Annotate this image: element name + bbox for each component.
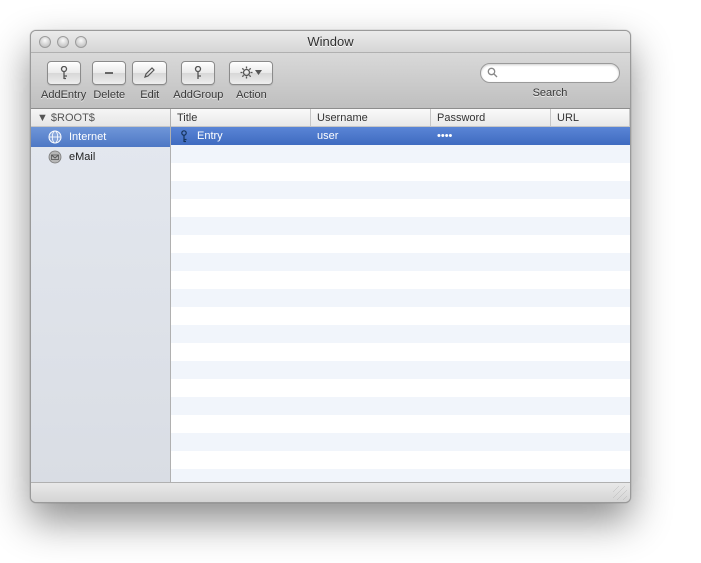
sidebar-root-header[interactable]: ▼ $ROOT$ [31, 109, 170, 127]
gear-icon [240, 66, 262, 79]
entry-title: Entry [197, 130, 223, 142]
table-body[interactable]: Entry user •••• [171, 127, 630, 482]
titlebar: Window [31, 31, 630, 53]
column-header-username[interactable]: Username [311, 109, 431, 126]
toolbar-action: Action [229, 61, 273, 101]
table-header: Title Username Password URL [171, 109, 630, 127]
toolbar-edit: Edit [132, 61, 167, 101]
toolbar-add-entry: AddEntry [41, 61, 86, 101]
table-row[interactable]: Entry user •••• [171, 127, 630, 145]
content-area: ▼ $ROOT$ Internet eMail Title Username [31, 109, 630, 482]
toolbar-add-group: AddGroup [173, 61, 223, 101]
key-icon [58, 66, 70, 80]
app-window: Window AddEntry Delete [30, 30, 631, 503]
resize-grip-icon[interactable] [613, 486, 627, 500]
key-icon [177, 129, 191, 143]
search-label: Search [533, 87, 568, 99]
toolbar-delete: Delete [92, 61, 126, 101]
sidebar-root-label: $ROOT$ [51, 112, 95, 124]
window-title: Window [31, 34, 630, 49]
edit-label: Edit [140, 89, 159, 101]
add-entry-button[interactable] [47, 61, 81, 85]
sidebar-item-email[interactable]: eMail [31, 147, 170, 167]
entry-username: user [317, 130, 338, 142]
key-group-icon [192, 66, 204, 80]
pencil-icon [143, 66, 156, 79]
globe-icon [47, 129, 63, 145]
edit-button[interactable] [132, 61, 167, 85]
sidebar: ▼ $ROOT$ Internet eMail [31, 109, 171, 482]
search-icon [487, 67, 498, 78]
disclosure-triangle-icon: ▼ [37, 112, 48, 124]
sidebar-item-label: eMail [69, 151, 95, 163]
search-input[interactable] [502, 67, 613, 79]
entry-password: •••• [437, 130, 452, 142]
add-group-button[interactable] [181, 61, 215, 85]
delete-label: Delete [93, 89, 125, 101]
toolbar: AddEntry Delete Edit [31, 53, 630, 109]
column-header-title[interactable]: Title [171, 109, 311, 126]
add-entry-label: AddEntry [41, 89, 86, 101]
sidebar-item-internet[interactable]: Internet [31, 127, 170, 147]
toolbar-search: Search [480, 63, 620, 99]
column-header-url[interactable]: URL [551, 109, 630, 126]
minus-icon [103, 67, 115, 79]
statusbar [31, 482, 630, 502]
sidebar-item-label: Internet [69, 131, 106, 143]
mail-icon [47, 149, 63, 165]
search-field[interactable] [480, 63, 620, 83]
add-group-label: AddGroup [173, 89, 223, 101]
delete-button[interactable] [92, 61, 126, 85]
action-label: Action [236, 89, 267, 101]
main-panel: Title Username Password URL Entry user •… [171, 109, 630, 482]
column-header-password[interactable]: Password [431, 109, 551, 126]
action-button[interactable] [229, 61, 273, 85]
